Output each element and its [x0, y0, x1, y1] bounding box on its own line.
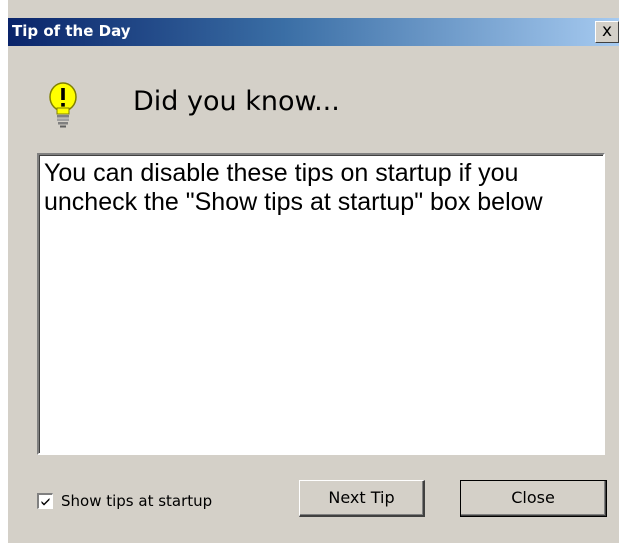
checkmark-icon: [41, 498, 50, 506]
tip-text-box: You can disable these tips on startup if…: [37, 153, 605, 455]
lightbulb-icon: [48, 82, 78, 130]
did-you-know-heading: Did you know...: [133, 86, 340, 117]
title-bar[interactable]: Tip of the Day x: [8, 18, 619, 46]
next-tip-button[interactable]: Next Tip: [299, 480, 425, 517]
title-close-button[interactable]: x: [595, 21, 619, 43]
tip-of-the-day-dialog: Tip of the Day x Did you know... You can…: [8, 0, 619, 543]
show-tips-label[interactable]: Show tips at startup: [61, 492, 212, 510]
show-tips-option[interactable]: Show tips at startup: [37, 490, 212, 512]
close-icon: x: [601, 21, 613, 41]
window-title: Tip of the Day: [12, 22, 131, 40]
show-tips-checkbox[interactable]: [37, 493, 53, 509]
tip-text: You can disable these tips on startup if…: [44, 159, 543, 216]
close-button[interactable]: Close: [460, 480, 607, 517]
